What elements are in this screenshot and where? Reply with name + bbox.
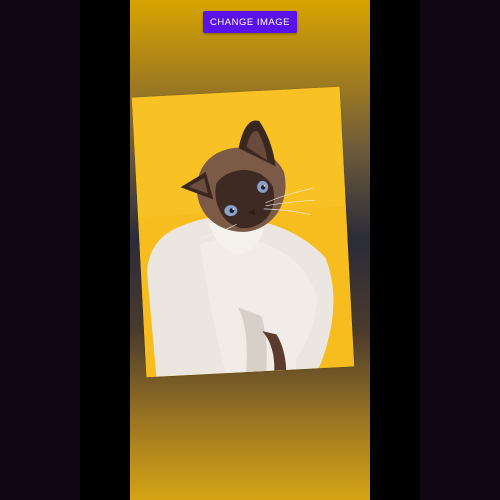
- outer-backdrop-right: [420, 0, 500, 500]
- frame-right-border: [370, 0, 420, 500]
- cat-photo[interactable]: [131, 86, 355, 378]
- outer-backdrop-left: [0, 0, 80, 500]
- cat-illustration: [131, 86, 355, 378]
- frame-left-border: [80, 0, 130, 500]
- app-screen: CHANGE IMAGE: [130, 0, 370, 500]
- change-image-button[interactable]: CHANGE IMAGE: [203, 11, 297, 33]
